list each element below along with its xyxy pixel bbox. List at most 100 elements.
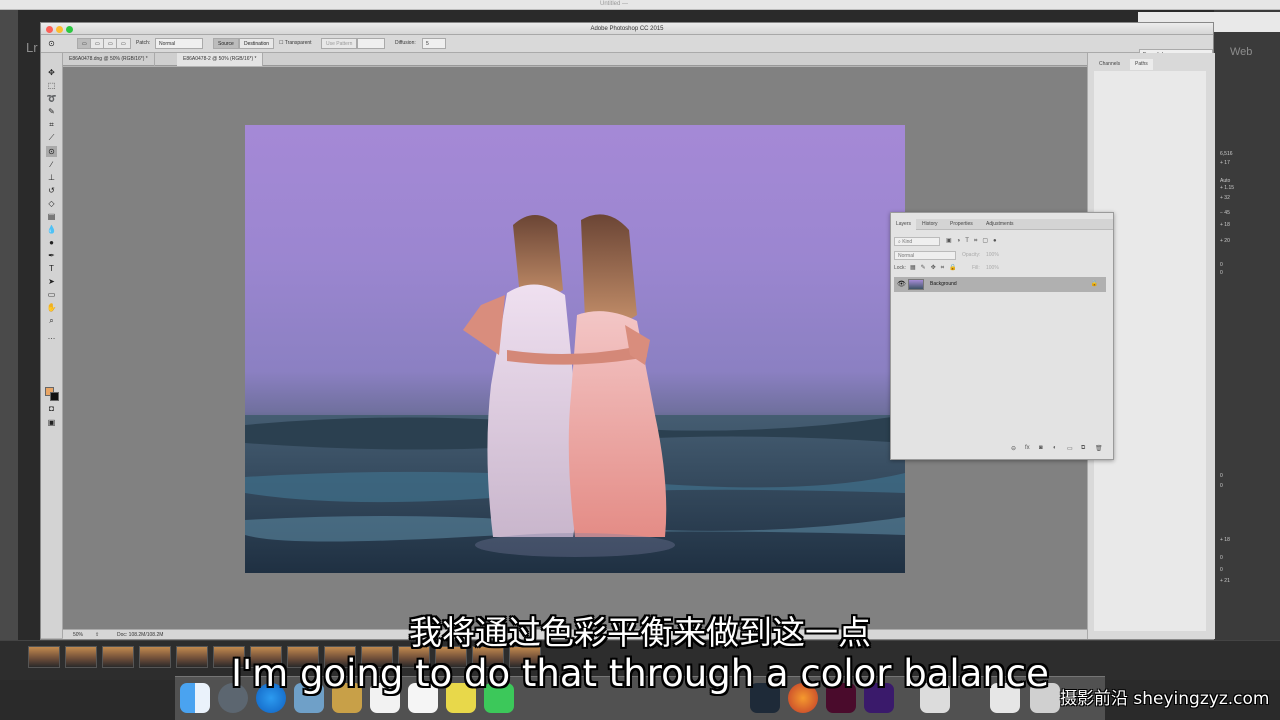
lightroom-logo: Lr xyxy=(26,40,38,55)
adjustment-icon[interactable]: ◐ xyxy=(1053,445,1057,451)
transparent-label: Transparent xyxy=(284,40,312,46)
lr-value: + 20 xyxy=(1220,238,1230,244)
lock-label: Lock: xyxy=(894,265,906,271)
layers-panel-tabs: Layers History Properties Adjustments xyxy=(891,219,1113,230)
lr-value: 6,516 xyxy=(1220,151,1233,157)
history-brush-tool-icon[interactable]: ↺ xyxy=(46,185,57,196)
tab-paths[interactable]: Paths xyxy=(1130,59,1153,70)
lr-value: 0 xyxy=(1220,483,1223,489)
filter-row: ⌕ Kind ▣◑T⌗▢● xyxy=(894,236,1110,247)
lr-value: − 45 xyxy=(1220,210,1230,216)
lr-value: 0 xyxy=(1220,567,1223,573)
layers-panel: Layers History Properties Adjustments ⌕ … xyxy=(890,212,1114,460)
layers-bottom-toolbar: ⊖ fx ◙ ◐ ▭ ⧉ 🗑 xyxy=(1001,445,1111,455)
move-tool-icon[interactable]: ✥ xyxy=(46,67,57,78)
lightroom-right-panel xyxy=(1214,10,1280,640)
layer-lock-icon: 🔒 xyxy=(1090,281,1098,287)
lasso-tool-icon[interactable]: ➰ xyxy=(46,93,57,104)
patch-mode-select[interactable]: Normal xyxy=(155,38,203,49)
new-layer-icon[interactable]: ⧉ xyxy=(1081,445,1085,452)
photo-content xyxy=(245,214,905,573)
tab-layers[interactable]: Layers xyxy=(891,219,917,230)
patch-tool-preset-icon[interactable]: ⊙ xyxy=(46,38,57,49)
kind-filter-select[interactable]: ⌕ Kind xyxy=(894,237,940,246)
doc-tab-2[interactable]: E86A0478-2 @ 50% (RGB/16*) * xyxy=(177,53,264,66)
patch-tool-icon[interactable]: ⊙ xyxy=(46,146,57,157)
fx-icon[interactable]: fx xyxy=(1025,445,1030,451)
folder-icon[interactable]: ▭ xyxy=(1067,445,1073,452)
subtitle-chinese: 我将通过色彩平衡来做到这一点 xyxy=(409,613,871,652)
lr-value: + 18 xyxy=(1220,537,1230,543)
tab-history[interactable]: History xyxy=(917,219,943,230)
lr-value: Auto xyxy=(1220,178,1231,184)
dodge-tool-icon[interactable]: ● xyxy=(46,237,57,248)
lr-value: 0 xyxy=(1220,555,1223,561)
layer-row-background[interactable]: 👁 Background 🔒 xyxy=(894,277,1106,292)
clone-stamp-tool-icon[interactable]: ⊥ xyxy=(46,172,57,183)
hand-tool-icon[interactable]: ✋ xyxy=(46,302,57,313)
gradient-tool-icon[interactable]: ▤ xyxy=(46,211,57,222)
opacity-value[interactable]: 100% xyxy=(986,252,999,258)
tab-channels[interactable]: Channels xyxy=(1094,59,1125,70)
lr-value: + 32 xyxy=(1220,195,1230,201)
diffusion-select[interactable]: 5 xyxy=(422,38,446,49)
eraser-tool-icon[interactable]: ◇ xyxy=(46,198,57,209)
zoom-tool-icon[interactable]: ⌕ xyxy=(46,315,57,326)
lightroom-left-panel xyxy=(0,10,18,640)
fill-label: Fill: xyxy=(972,265,980,271)
document-photo[interactable] xyxy=(245,125,905,573)
path-select-tool-icon[interactable]: ➤ xyxy=(46,276,57,287)
diffusion-label: Diffusion: xyxy=(395,40,416,46)
pattern-picker[interactable] xyxy=(357,38,385,49)
use-pattern-button[interactable]: Use Pattern xyxy=(321,38,358,49)
patch-label: Patch: xyxy=(136,40,151,46)
lock-icons[interactable]: ▦✎✥⌗🔒 xyxy=(910,264,962,272)
blur-tool-icon[interactable]: 💧 xyxy=(46,224,57,235)
doc-tab-1[interactable]: E86A0478.dng @ 50% (RGB/16*) * xyxy=(63,53,155,66)
tab-properties[interactable]: Properties xyxy=(945,219,978,230)
eyedropper-tool-icon[interactable]: ⟋ xyxy=(46,132,57,143)
lightroom-module-web[interactable]: Web xyxy=(1230,46,1252,58)
document-tabs: E86A0478.dng @ 50% (RGB/16*) * E86A0478-… xyxy=(63,53,1087,66)
visibility-eye-icon[interactable]: 👁 xyxy=(897,280,906,288)
quick-select-tool-icon[interactable]: ✎ xyxy=(46,106,57,117)
transparent-checkbox[interactable]: ☐ Transparent xyxy=(279,40,312,46)
lr-value: + 1.15 xyxy=(1220,185,1235,191)
filter-type-icons[interactable]: ▣◑T⌗▢● xyxy=(946,237,1002,245)
lr-value: 0 xyxy=(1220,473,1223,479)
mask-icon[interactable]: ◙ xyxy=(1039,445,1043,451)
lr-value: + 17 xyxy=(1220,160,1230,166)
kind-filter-label: Kind xyxy=(902,239,913,245)
trash-icon[interactable]: 🗑 xyxy=(1095,445,1103,452)
source-button[interactable]: Source xyxy=(213,38,239,49)
lr-value: 0 xyxy=(1220,262,1223,268)
background-window-title: Untitled — xyxy=(600,1,629,7)
lock-row: Lock: ▦✎✥⌗🔒 Fill: 100% xyxy=(894,263,1110,274)
screen-mode-icon[interactable]: ▣ xyxy=(46,417,57,428)
watermark: 摄影前沿 sheyingzyz.com xyxy=(1060,689,1270,709)
os-menubar: Untitled — xyxy=(0,0,1280,10)
rectangle-tool-icon[interactable]: ▭ xyxy=(46,289,57,300)
destination-button[interactable]: Destination xyxy=(239,38,275,49)
link-icon[interactable]: ⊖ xyxy=(1011,445,1016,452)
pen-tool-icon[interactable]: ✒ xyxy=(46,250,57,261)
background-color-swatch[interactable] xyxy=(50,392,59,401)
crop-tool-icon[interactable]: ⌗ xyxy=(46,119,57,130)
type-tool-icon[interactable]: T xyxy=(46,263,57,274)
lr-value: 0 xyxy=(1220,270,1223,276)
tools-panel: ✥ ⬚ ➰ ✎ ⌗ ⟋ ⊙ ∕ ⊥ ↺ ◇ ▤ 💧 ● ✒ T ➤ ▭ ✋ ⌕ … xyxy=(41,53,63,638)
quick-mask-icon[interactable]: ◘ xyxy=(46,403,57,414)
more-tools-icon[interactable]: … xyxy=(46,331,57,342)
marquee-tool-icon[interactable]: ⬚ xyxy=(46,80,57,91)
options-bar: ⊙ ▭ ▭ ▭ ▭ Patch: Normal Source Destinati… xyxy=(41,35,1213,60)
opacity-label: Opacity: xyxy=(962,252,981,258)
brush-tool-icon[interactable]: ∕ xyxy=(46,159,57,170)
blend-row: Normal Opacity: 100% xyxy=(894,250,1110,261)
layer-name[interactable]: Background xyxy=(930,281,957,287)
app-title: Adobe Photoshop CC 2015 xyxy=(590,26,664,32)
tab-adjustments[interactable]: Adjustments xyxy=(981,219,1019,230)
layer-thumbnail xyxy=(908,279,924,290)
blend-mode-select[interactable]: Normal xyxy=(894,251,956,260)
fill-value[interactable]: 100% xyxy=(986,265,999,271)
selection-intersect-button[interactable]: ▭ xyxy=(116,38,131,49)
